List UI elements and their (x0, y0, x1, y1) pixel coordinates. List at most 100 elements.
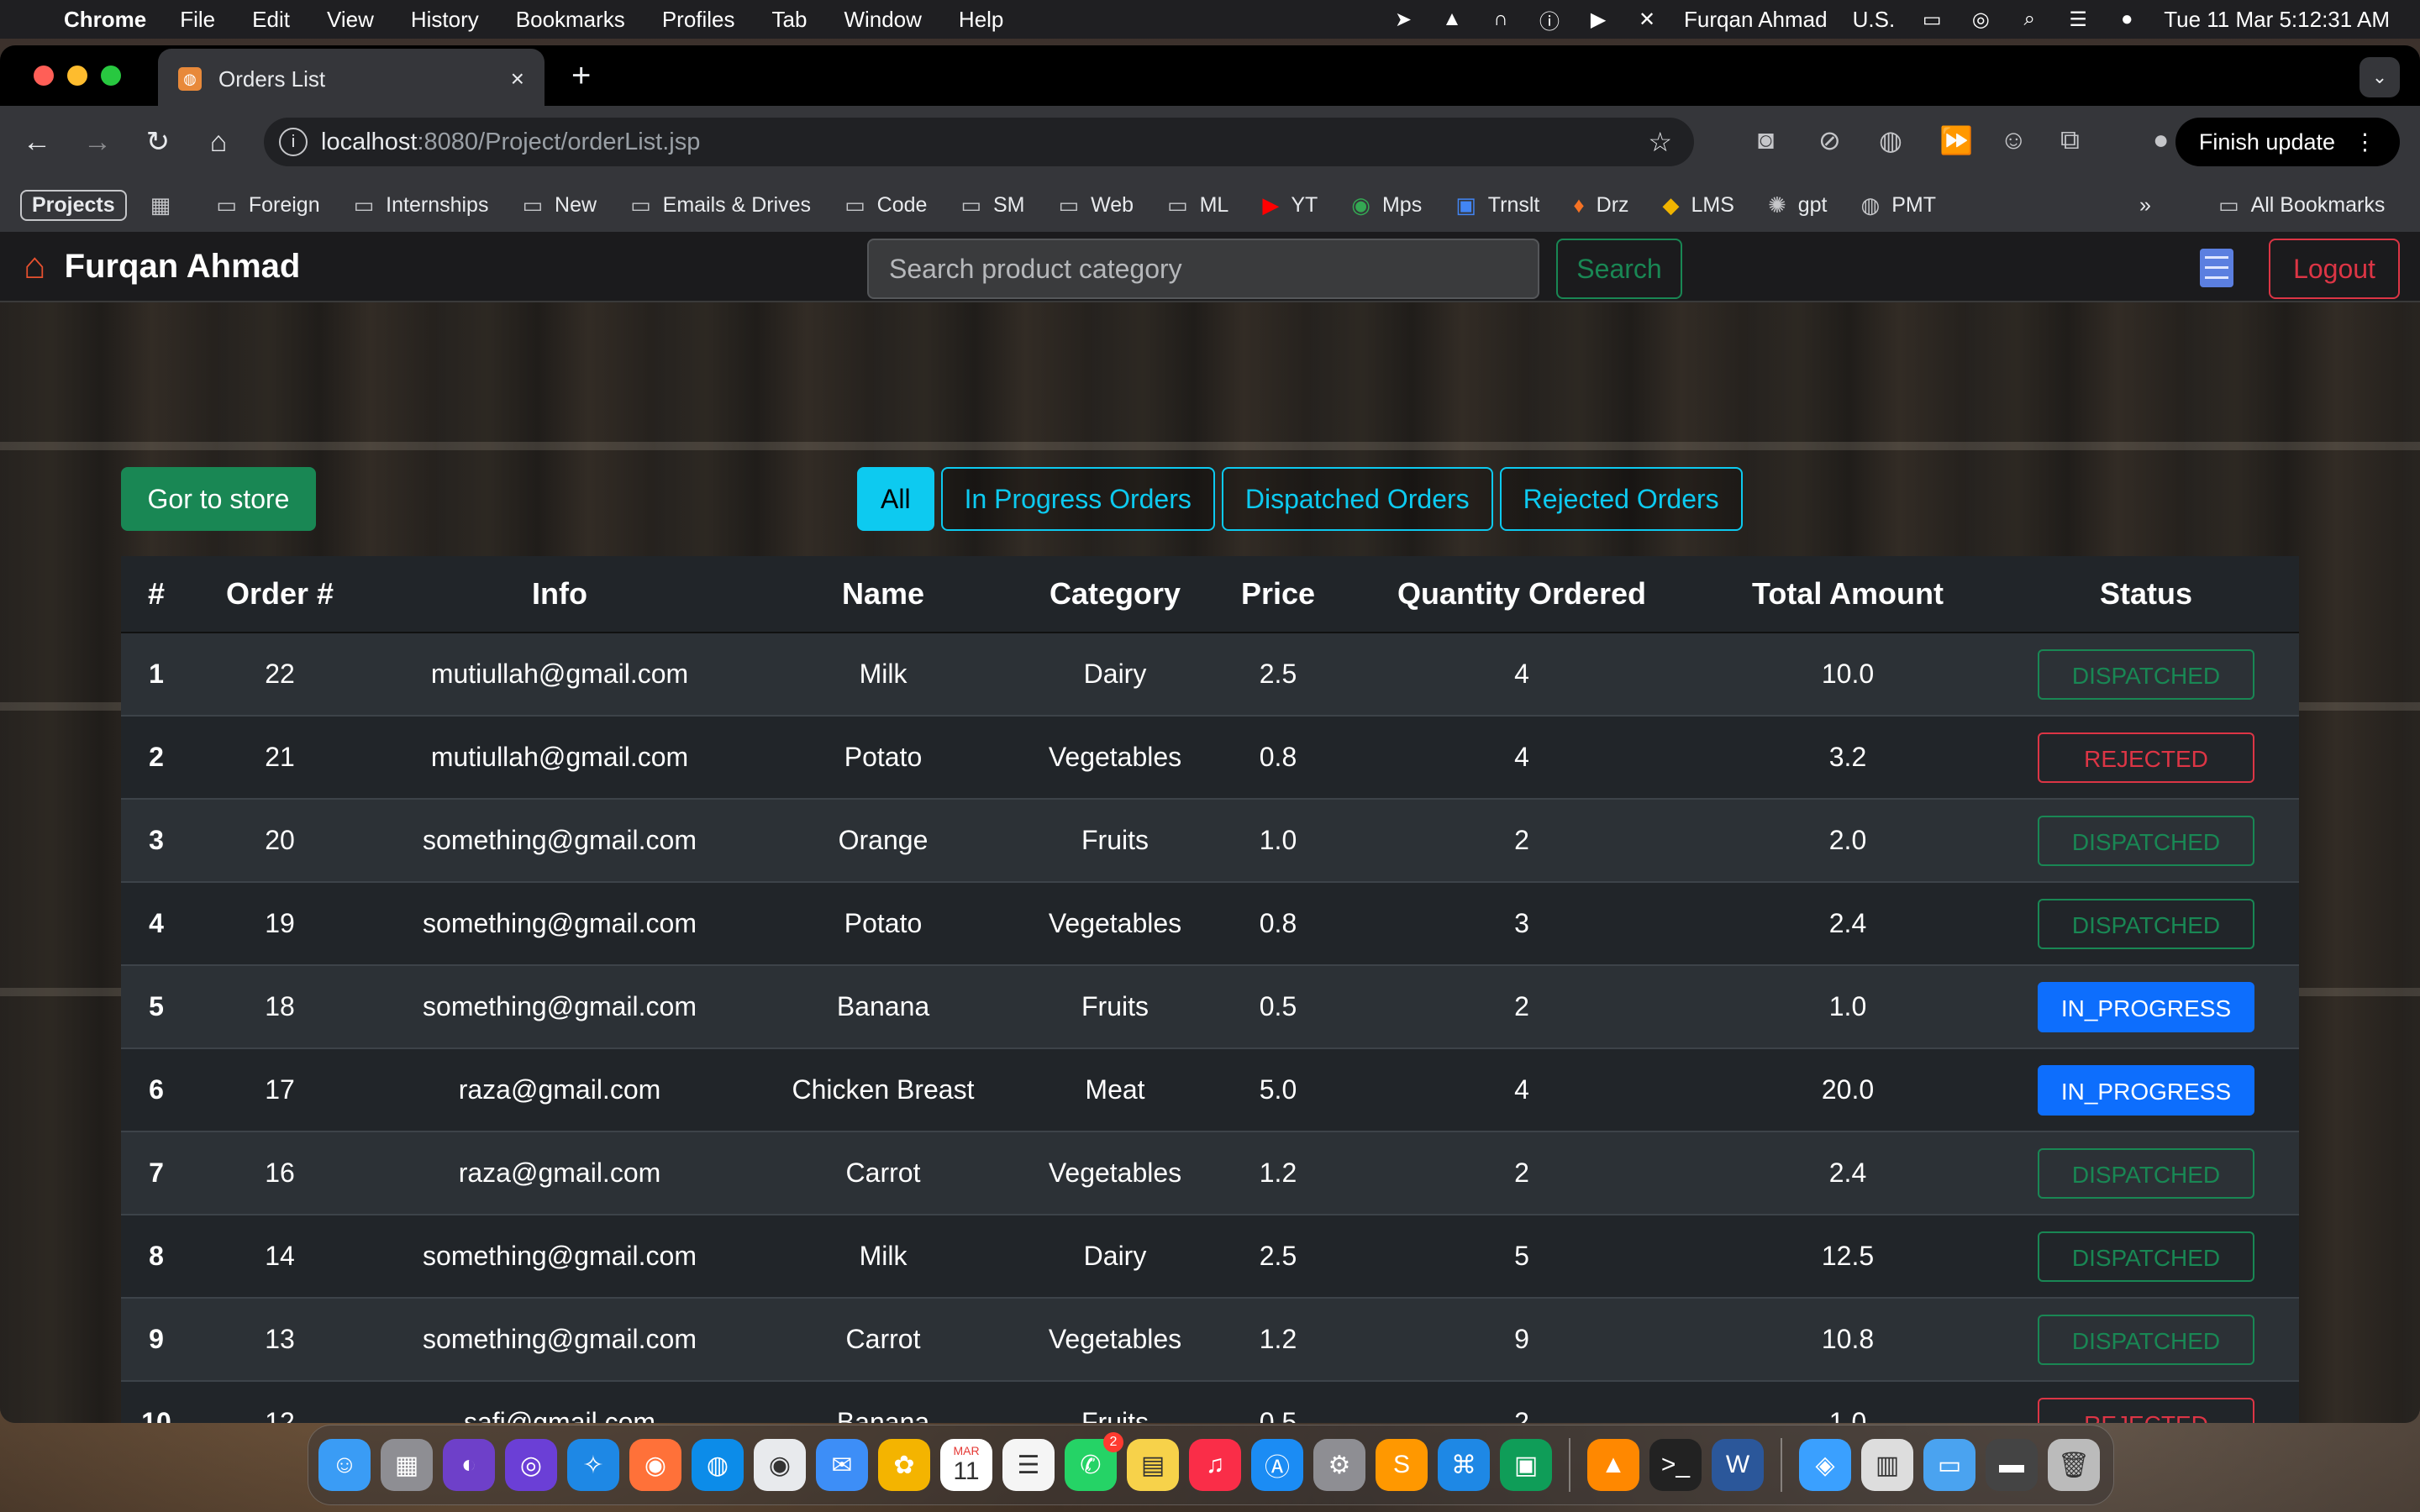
profile-avatar[interactable]: ● (2153, 124, 2169, 155)
spotlight-icon[interactable]: ⌕ (2018, 8, 2041, 31)
launchpad-icon[interactable]: ▦ (381, 1439, 433, 1491)
bookmark-internships[interactable]: ▭ Internships (354, 192, 489, 218)
status-badge[interactable]: IN_PROGRESS (2038, 981, 2254, 1032)
address-bar[interactable]: i localhost :8080/Project/orderList.jsp … (264, 118, 1694, 166)
mail-icon[interactable]: ✉ (816, 1439, 868, 1491)
headphones-icon[interactable]: ∩ (1489, 8, 1512, 31)
trash-icon[interactable]: 🗑 (2048, 1439, 2100, 1491)
minimize-window-button[interactable] (67, 66, 87, 86)
status-badge[interactable]: DISPATCHED (2038, 815, 2254, 866)
bookmark-sm[interactable]: ▭ SM (960, 192, 1024, 218)
arc-icon[interactable]: ◎ (505, 1439, 557, 1491)
vscode-icon[interactable]: ⌘ (1438, 1439, 1490, 1491)
battery-icon[interactable]: ▭ (1920, 8, 1944, 31)
calendar-icon[interactable]: MAR 11 (940, 1439, 992, 1491)
home-button[interactable]: ⌂ (188, 126, 249, 159)
tab-search-button[interactable]: ⌄ (2360, 57, 2400, 97)
menu-window[interactable]: Window (844, 7, 921, 33)
menu-file[interactable]: File (180, 7, 215, 33)
filter-all-button[interactable]: All (857, 467, 934, 531)
safari-icon[interactable]: ✧ (567, 1439, 619, 1491)
vlc-status-icon[interactable]: ▲ (1440, 8, 1464, 31)
status-badge[interactable]: DISPATCHED (2038, 1314, 2254, 1365)
tab-orders-list[interactable]: ◍ Orders List × (158, 49, 544, 109)
word-icon[interactable]: W (1712, 1439, 1764, 1491)
bookmark-drz[interactable]: ♦ Drz (1573, 192, 1628, 218)
site-info-icon[interactable]: i (279, 128, 308, 156)
close-tab-icon[interactable]: × (511, 66, 524, 92)
photos-icon[interactable]: ✿ (878, 1439, 930, 1491)
menu-help[interactable]: Help (959, 7, 1003, 33)
chrome-icon[interactable]: ◉ (754, 1439, 806, 1491)
siri-icon[interactable]: ● (2115, 8, 2139, 31)
menu-app-name[interactable]: Chrome (64, 7, 146, 33)
bookmark-pmt[interactable]: ◍ PMT (1861, 192, 1936, 218)
preview-icon[interactable]: ◈ (1799, 1439, 1851, 1491)
status-badge[interactable]: DISPATCHED (2038, 1147, 2254, 1199)
terminal-icon[interactable]: >_ (1649, 1439, 1702, 1491)
folder-icon[interactable]: ▭ (1923, 1439, 1975, 1491)
archive-icon[interactable]: ▥ (1861, 1439, 1913, 1491)
reload-button[interactable]: ↻ (128, 125, 188, 159)
play-icon[interactable]: ▶ (1586, 8, 1610, 31)
location-icon[interactable]: ➤ (1392, 8, 1415, 31)
bookmark-new[interactable]: ▭ New (522, 192, 597, 218)
more-bookmarks-icon[interactable]: » (2139, 193, 2151, 218)
go-to-store-button[interactable]: Gor to store (121, 467, 316, 531)
menu-view[interactable]: View (327, 7, 374, 33)
sublime-icon[interactable]: S (1376, 1439, 1428, 1491)
bookmark-trnslt[interactable]: ▣ Trnslt (1455, 192, 1539, 218)
status-badge[interactable]: IN_PROGRESS (2038, 1064, 2254, 1116)
menu-tab[interactable]: Tab (772, 7, 808, 33)
extension-2-icon[interactable]: ⊘ (1818, 124, 1841, 156)
music-icon[interactable]: ♫ (1189, 1439, 1241, 1491)
accessibility-icon[interactable]: ⓘ (1538, 8, 1561, 34)
bookmark-web[interactable]: ▭ Web (1058, 192, 1134, 218)
reminders-icon[interactable]: ☰ (1002, 1439, 1055, 1491)
menu-profiles[interactable]: Profiles (662, 7, 735, 33)
logout-button[interactable]: Logout (2269, 239, 2400, 299)
filter-dispatched-button[interactable]: Dispatched Orders (1221, 467, 1493, 531)
search-button[interactable]: Search (1556, 239, 1682, 299)
forward-extension-icon[interactable]: ⏩ (1939, 124, 1973, 156)
brand[interactable]: ⌂ Furqan Ahmad (24, 245, 300, 287)
firefox-icon[interactable]: ◉ (629, 1439, 681, 1491)
all-bookmarks[interactable]: ▭ All Bookmarks (2218, 192, 2385, 218)
filter-rejected-button[interactable]: Rejected Orders (1499, 467, 1743, 531)
whatsapp-icon[interactable]: ✆ 2 (1065, 1432, 1123, 1491)
menu-clock[interactable]: Tue 11 Mar 5:12:31 AM (2164, 7, 2390, 33)
finder-icon[interactable]: ☺ (318, 1439, 371, 1491)
bookmark-star-icon[interactable]: ☆ (1648, 126, 1672, 158)
appstore-icon[interactable]: Ⓐ (1251, 1439, 1303, 1491)
forward-button[interactable]: → (67, 126, 128, 159)
globe-extension-icon[interactable]: ◍ (1879, 124, 1902, 156)
back-button[interactable]: ← (7, 126, 67, 159)
status-badge[interactable]: REJECTED (2038, 1397, 2254, 1423)
bookmark-group-projects[interactable]: Projects (20, 189, 127, 221)
menu-user-name[interactable]: Furqan Ahmad (1684, 7, 1828, 33)
bookmark-ml[interactable]: ▭ ML (1167, 192, 1228, 218)
status-badge[interactable]: DISPATCHED (2038, 898, 2254, 949)
close-window-button[interactable] (34, 66, 54, 86)
finish-update-button[interactable]: Finish update ⋮ (2175, 118, 2400, 166)
bookmark-foreign[interactable]: ▭ Foreign (216, 192, 319, 218)
bookmark-emails-drives[interactable]: ▭ Emails & Drives (630, 192, 811, 218)
settings-icon[interactable]: ⚙ (1313, 1439, 1365, 1491)
camera-extension-icon[interactable]: ◙ (1758, 124, 1774, 155)
screen-mirroring-icon[interactable]: ◎ (1969, 8, 1992, 31)
bookmark-mps[interactable]: ◉ Mps (1351, 192, 1422, 218)
github-icon[interactable]: ◐ (443, 1439, 495, 1491)
avatar-extension-icon[interactable]: ☺ (2000, 124, 2028, 155)
filter-in-progress-button[interactable]: In Progress Orders (940, 467, 1215, 531)
orders-list-icon[interactable] (2200, 249, 2233, 287)
input-source[interactable]: U.S. (1853, 7, 1896, 33)
bookmark-lms[interactable]: ◆ LMS (1663, 192, 1734, 218)
vlc-icon[interactable]: ▲ (1587, 1439, 1639, 1491)
new-tab-button[interactable]: + (571, 57, 591, 95)
control-center-icon[interactable]: ☰ (2066, 8, 2090, 31)
screen-icon[interactable]: ▬ (1986, 1439, 2038, 1491)
zoom-window-button[interactable] (101, 66, 121, 86)
bookmark-yt[interactable]: ▶ YT (1262, 192, 1318, 218)
bluetooth-icon[interactable]: ✕ (1635, 8, 1659, 31)
bookmark-gpt[interactable]: ✺ gpt (1768, 192, 1828, 218)
